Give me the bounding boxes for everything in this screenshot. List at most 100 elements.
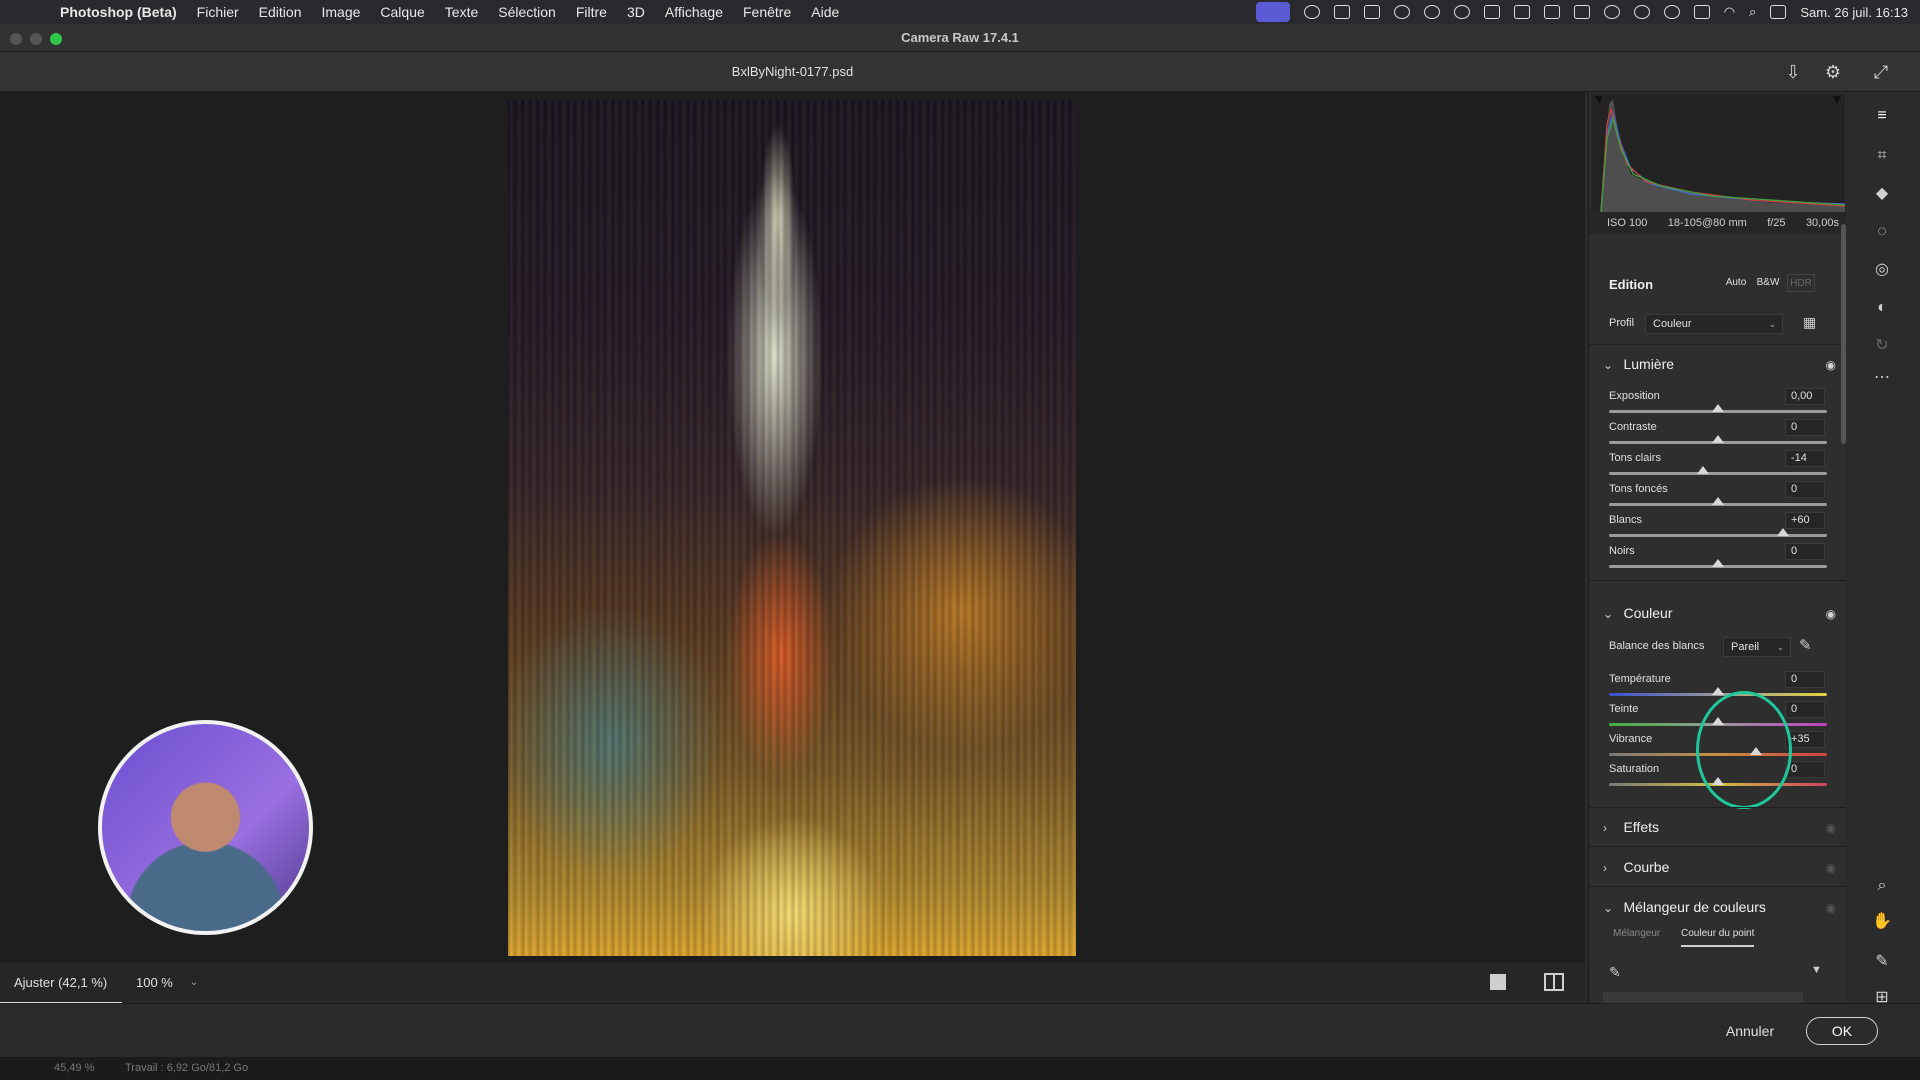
- slider-thumb[interactable]: [1712, 435, 1724, 443]
- search-icon[interactable]: ⌕: [1749, 4, 1756, 20]
- presets-icon[interactable]: ◐: [1870, 296, 1894, 320]
- bw-button[interactable]: B&W: [1753, 274, 1783, 292]
- courbe-eye-icon[interactable]: ◉: [1826, 861, 1836, 875]
- menu-fichier[interactable]: Fichier: [187, 4, 249, 20]
- melangeur-header[interactable]: ⌄ Mélangeur de couleurs: [1603, 899, 1766, 917]
- slider-blancs[interactable]: Blancs +60: [1609, 512, 1827, 545]
- mask-icon[interactable]: ◌: [1870, 220, 1894, 244]
- menu-image[interactable]: Image: [311, 4, 370, 20]
- slider-value-input[interactable]: +60: [1785, 512, 1825, 529]
- melangeur-eye-icon[interactable]: ◉: [1826, 901, 1836, 915]
- tab-couleur-du-point[interactable]: Couleur du point: [1681, 928, 1755, 947]
- more-icon[interactable]: ⋯: [1870, 366, 1894, 390]
- screen-share-icon[interactable]: [1255, 2, 1290, 22]
- before-after-icon[interactable]: [1544, 973, 1564, 991]
- menu-filtre[interactable]: Filtre: [566, 4, 617, 20]
- slider-thumb[interactable]: [1712, 497, 1724, 505]
- auto-button[interactable]: Auto: [1723, 274, 1749, 292]
- battery-icon[interactable]: [1693, 5, 1710, 19]
- wb-dropdown[interactable]: Pareil ⌄: [1723, 637, 1791, 657]
- slider-tons-fonces[interactable]: Tons foncés 0: [1609, 481, 1827, 514]
- slider-thumb[interactable]: [1777, 528, 1790, 536]
- lumiere-eye-icon[interactable]: ◉: [1826, 358, 1836, 372]
- hand-tool-icon[interactable]: ✋: [1870, 910, 1894, 934]
- w-icon[interactable]: [1423, 5, 1440, 19]
- clock[interactable]: Sam. 26 juil. 16:13: [1800, 5, 1908, 20]
- history-icon[interactable]: [1663, 5, 1680, 19]
- crop-icon[interactable]: ⌗: [1870, 144, 1894, 168]
- ok-button[interactable]: OK: [1806, 1017, 1878, 1045]
- book-icon[interactable]: [1573, 5, 1590, 19]
- slider-thumb[interactable]: [1712, 687, 1724, 695]
- slider-thumb[interactable]: [1712, 404, 1724, 412]
- play-icon[interactable]: [1633, 5, 1650, 19]
- sync-icon[interactable]: ↻: [1870, 334, 1894, 358]
- slider-value-input[interactable]: 0: [1785, 701, 1825, 718]
- menu-app-name[interactable]: Photoshop (Beta): [50, 4, 187, 20]
- menu-edition[interactable]: Edition: [249, 4, 312, 20]
- menu-calque[interactable]: Calque: [370, 4, 434, 20]
- user-icon[interactable]: [1603, 5, 1620, 19]
- slider-value-input[interactable]: 0: [1785, 481, 1825, 498]
- slider-value-input[interactable]: 0: [1785, 761, 1825, 778]
- cancel-button[interactable]: Annuler: [1710, 1017, 1790, 1045]
- wifi-icon[interactable]: ◠: [1724, 4, 1735, 20]
- photo-preview[interactable]: [508, 100, 1076, 956]
- slider-track[interactable]: [1609, 534, 1827, 537]
- drop-icon[interactable]: [1303, 5, 1320, 19]
- profile-browser-icon[interactable]: ▦: [1803, 314, 1816, 331]
- menu-affichage[interactable]: Affichage: [655, 4, 733, 20]
- expand-icon[interactable]: ⤢: [1871, 62, 1891, 82]
- hdr-button[interactable]: HDR: [1787, 274, 1815, 292]
- point-dropdown-icon[interactable]: ▼: [1811, 964, 1822, 976]
- menu-aide[interactable]: Aide: [801, 4, 849, 20]
- zoom-100-button[interactable]: 100 %: [124, 962, 184, 1004]
- slider-exposition[interactable]: Exposition 0,00: [1609, 388, 1827, 421]
- command-icon[interactable]: [1363, 5, 1380, 19]
- menu-texte[interactable]: Texte: [435, 4, 488, 20]
- gear-icon[interactable]: ⚙: [1823, 62, 1843, 82]
- slider-value-input[interactable]: 0: [1785, 419, 1825, 436]
- zoom-dropdown-icon[interactable]: ⌄: [184, 962, 204, 1004]
- point-eyedropper-icon[interactable]: ✎: [1609, 964, 1621, 981]
- image-canvas[interactable]: [0, 92, 1585, 961]
- slider-value-input[interactable]: 0: [1785, 671, 1825, 688]
- slider-value-input[interactable]: -14: [1785, 450, 1825, 467]
- effets-eye-icon[interactable]: ◉: [1826, 821, 1836, 835]
- camera-icon[interactable]: [1333, 5, 1350, 19]
- cursor-icon[interactable]: [1393, 5, 1410, 19]
- couleur-eye-icon[interactable]: ◉: [1826, 607, 1836, 621]
- edit-sliders-icon[interactable]: ≡: [1870, 104, 1894, 128]
- zoom-fit-button[interactable]: Ajuster (42,1 %): [0, 962, 122, 1004]
- slider-tons-clairs[interactable]: Tons clairs -14: [1609, 450, 1827, 483]
- slider-contraste[interactable]: Contraste 0: [1609, 419, 1827, 452]
- slider-value-input[interactable]: 0,00: [1785, 388, 1825, 405]
- premiere-icon[interactable]: [1483, 5, 1500, 19]
- zoom-window-button[interactable]: [50, 33, 62, 45]
- control-center-icon[interactable]: [1770, 5, 1787, 19]
- courbe-header[interactable]: › Courbe: [1603, 859, 1669, 877]
- eraser-icon[interactable]: ◆: [1870, 182, 1894, 206]
- slider-value-input[interactable]: 0: [1785, 543, 1825, 560]
- couleur-header[interactable]: ⌄ Couleur: [1603, 605, 1672, 623]
- clipboard-icon[interactable]: [1543, 5, 1560, 19]
- minimize-window-button[interactable]: [30, 33, 42, 45]
- red-eye-icon[interactable]: ◎: [1870, 258, 1894, 282]
- menu-3d[interactable]: 3D: [617, 4, 655, 20]
- menu-fenetre[interactable]: Fenêtre: [733, 4, 801, 20]
- creative-cloud-icon[interactable]: [1453, 5, 1470, 19]
- profile-dropdown[interactable]: Couleur ⌄: [1645, 314, 1783, 334]
- eyedropper-icon[interactable]: ✎: [1799, 636, 1812, 654]
- tab-melangeur[interactable]: Mélangeur: [1613, 928, 1660, 939]
- tool-icon[interactable]: [1513, 5, 1530, 19]
- color-sampler-icon[interactable]: ✎: [1870, 950, 1894, 974]
- color-swatch-area[interactable]: [1603, 992, 1803, 1003]
- menu-selection[interactable]: Sélection: [488, 4, 566, 20]
- close-window-button[interactable]: [10, 33, 22, 45]
- slider-thumb[interactable]: [1696, 466, 1709, 474]
- slider-thumb[interactable]: [1712, 559, 1724, 567]
- zoom-tool-icon[interactable]: ⌕: [1870, 874, 1894, 898]
- download-icon[interactable]: ⇩: [1783, 62, 1803, 82]
- lumiere-header[interactable]: ⌄ Lumière: [1603, 356, 1674, 374]
- slider-noirs[interactable]: Noirs 0: [1609, 543, 1827, 576]
